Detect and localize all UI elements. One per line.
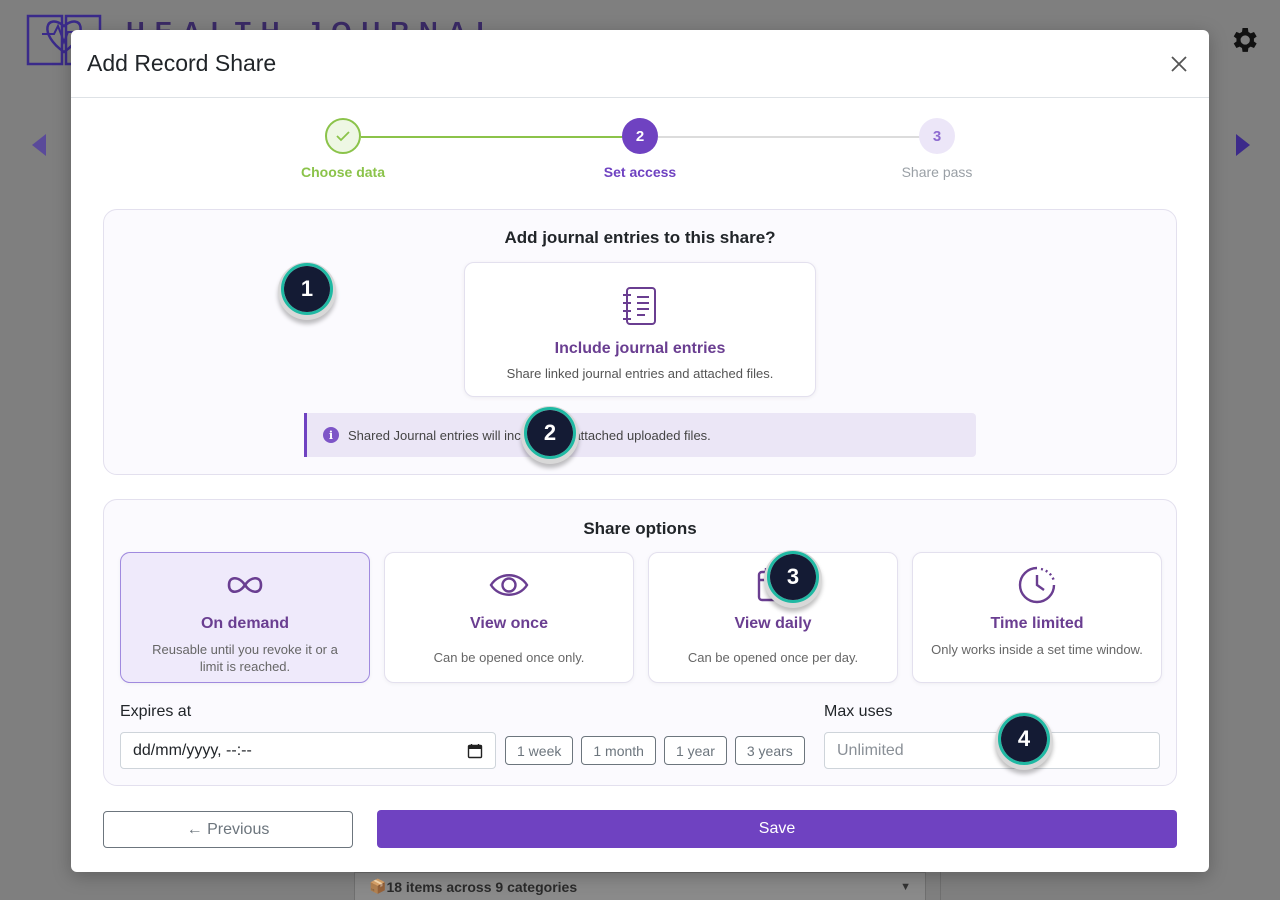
journal-entries-panel: Add journal entries to this share? Inclu… [103, 209, 1177, 475]
marker-number: 2 [527, 410, 573, 456]
modal-title: Add Record Share [87, 50, 277, 76]
max-uses-label: Max uses [824, 703, 893, 720]
previous-button[interactable]: ← Previous [103, 811, 353, 848]
items-summary-dropdown[interactable]: 📦 18 items across 9 categories ▼ [354, 872, 926, 900]
clock-icon [1018, 566, 1056, 604]
marker-1: 1 [278, 262, 336, 320]
option-description: Only works inside a set time window. [931, 642, 1143, 657]
step-label: Share pass [901, 164, 973, 180]
step-choose-data[interactable]: Choose data [273, 118, 413, 180]
eye-icon [489, 574, 529, 596]
marker-2: 2 [521, 406, 579, 464]
next-arrow-icon[interactable] [1232, 132, 1254, 158]
duration-1-month-button[interactable]: 1 month [581, 736, 656, 765]
option-title: On demand [200, 615, 289, 632]
marker-number: 3 [770, 554, 816, 600]
journal-icon [623, 287, 656, 325]
step-set-access[interactable]: 2 Set access [570, 118, 710, 180]
checkmark-icon [336, 131, 350, 142]
include-card-title: Include journal entries [554, 340, 726, 357]
gear-icon[interactable] [1228, 24, 1260, 56]
duration-1-year-button[interactable]: 1 year [663, 736, 727, 765]
divider [940, 872, 941, 900]
section-title: Add journal entries to this share? [504, 228, 776, 247]
option-time-limited[interactable]: Time limited Only works inside a set tim… [912, 552, 1162, 683]
close-button[interactable] [1165, 50, 1193, 78]
include-journal-entries-card[interactable]: Include journal entries Share linked jou… [464, 262, 816, 397]
modal-header: Add Record Share [71, 30, 1209, 98]
marker-4: 4 [995, 712, 1053, 770]
max-uses-input[interactable] [824, 732, 1160, 769]
step-circle: 2 [622, 118, 658, 154]
infinity-icon [227, 576, 263, 594]
section-title: Share options [583, 519, 697, 538]
quick-duration-buttons: 1 week 1 month 1 year 3 years [505, 736, 805, 765]
option-description: Can be opened once only. [433, 650, 585, 665]
items-summary-text: 18 items across 9 categories [386, 878, 578, 895]
option-on-demand[interactable]: On demand Reusable until you revoke it o… [120, 552, 370, 683]
box-icon: 📦 [369, 878, 387, 894]
duration-1-week-button[interactable]: 1 week [505, 736, 574, 765]
info-icon: i [323, 427, 339, 443]
expires-at-input[interactable]: dd/mm/yyyy, --:-- [120, 732, 496, 769]
option-description: Reusable until you revoke it or a limit … [152, 642, 338, 674]
expires-at-label: Expires at [120, 703, 192, 720]
option-title: Time limited [990, 615, 1084, 632]
step-label: Choose data [300, 164, 385, 180]
marker-number: 1 [284, 266, 330, 312]
option-title: View daily [734, 615, 812, 632]
calendar-picker-icon[interactable] [467, 743, 483, 759]
option-description: Can be opened once per day. [687, 650, 859, 665]
step-share-pass[interactable]: 3 Share pass [867, 118, 1007, 180]
expires-at-value: dd/mm/yyyy, --:-- [133, 741, 252, 759]
step-label: Set access [603, 164, 677, 180]
save-button[interactable]: Save [377, 810, 1177, 848]
info-alert: i Shared Journal entries will include an… [304, 413, 976, 457]
share-option-list: On demand Reusable until you revoke it o… [120, 552, 1162, 683]
include-card-description: Share linked journal entries and attache… [506, 366, 774, 381]
chevron-down-icon: ▼ [900, 880, 911, 893]
duration-3-years-button[interactable]: 3 years [734, 736, 805, 765]
stepper: Choose data 2 Set access 3 Share pass [71, 118, 1209, 188]
step-circle: 3 [919, 118, 955, 154]
option-view-once[interactable]: View once Can be opened once only. [384, 552, 634, 683]
step-circle [325, 118, 361, 154]
marker-number: 4 [1001, 716, 1047, 762]
close-icon [1171, 55, 1187, 72]
previous-arrow-icon[interactable] [28, 132, 50, 158]
option-title: View once [470, 615, 548, 632]
marker-3: 3 [764, 550, 822, 608]
